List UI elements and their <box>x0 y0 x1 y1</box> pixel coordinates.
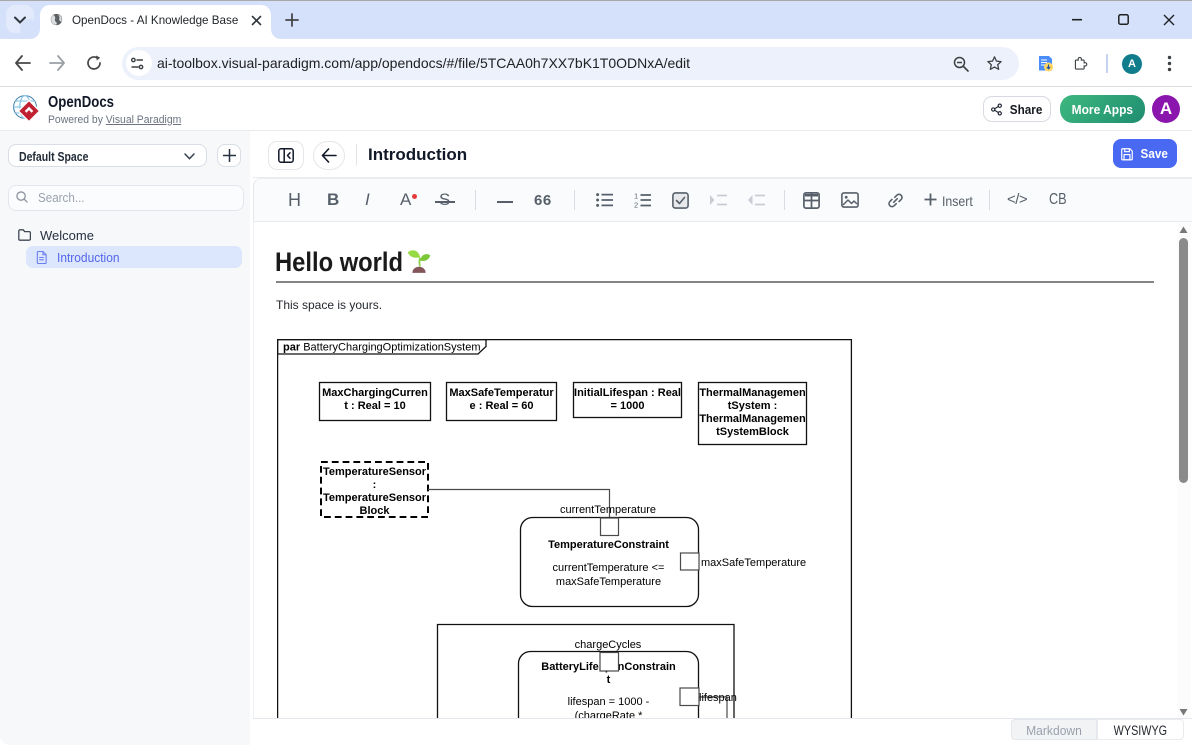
svg-text:currentTemperature <=: currentTemperature <= <box>553 562 665 574</box>
svg-text:tSystem :: tSystem : <box>728 400 778 412</box>
svg-text:maxSafeTemperature: maxSafeTemperature <box>556 576 661 588</box>
svg-text:= 1000: = 1000 <box>611 400 645 412</box>
svg-text:par BatteryChargingOptimizatio: par BatteryChargingOptimizationSystem <box>283 342 480 354</box>
svg-text:1: 1 <box>634 192 638 201</box>
svg-text:ThermalManagemen: ThermalManagemen <box>699 387 806 399</box>
svg-text:t : Real = 10: t : Real = 10 <box>344 400 405 412</box>
svg-text:MaxChargingCurren: MaxChargingCurren <box>322 387 428 399</box>
svg-text:lifespan: lifespan <box>699 692 737 704</box>
svg-text:2: 2 <box>634 201 638 209</box>
svg-text:InitialLifespan : Real: InitialLifespan : Real <box>574 387 681 399</box>
svg-text:t: t <box>607 674 611 686</box>
svg-text:TemperatureSensor: TemperatureSensor <box>323 492 427 504</box>
svg-text:(chargeRate *: (chargeRate * <box>575 710 644 718</box>
svg-text:MaxSafeTemperatur: MaxSafeTemperatur <box>449 387 554 399</box>
svg-text:tSystemBlock: tSystemBlock <box>716 426 790 438</box>
svg-text:TemperatureConstraint: TemperatureConstraint <box>548 539 669 551</box>
svg-text::: : <box>373 479 377 491</box>
svg-text:currentTemperature: currentTemperature <box>560 504 656 516</box>
svg-text:maxSafeTemperature: maxSafeTemperature <box>701 557 806 569</box>
svg-text:chargeCycles: chargeCycles <box>575 639 642 651</box>
svg-text:TemperatureSensor: TemperatureSensor <box>323 466 427 478</box>
svg-text:e : Real = 60: e : Real = 60 <box>470 400 534 412</box>
svg-text:lifespan = 1000 -: lifespan = 1000 - <box>568 696 650 708</box>
svg-text:Block: Block <box>360 505 391 517</box>
svg-text:ThermalManagemen: ThermalManagemen <box>699 413 806 425</box>
